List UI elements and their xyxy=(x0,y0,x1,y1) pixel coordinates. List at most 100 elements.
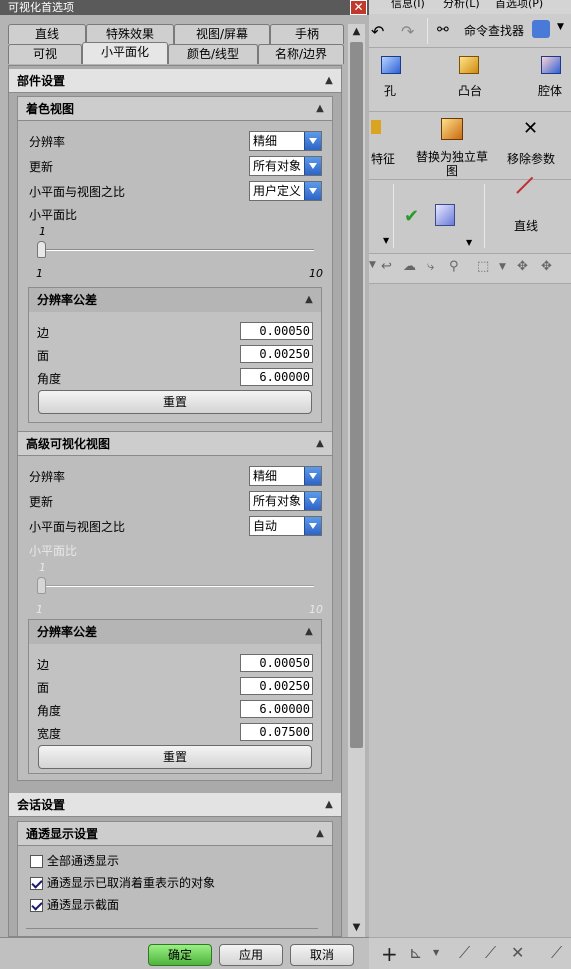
chevron-down-icon[interactable] xyxy=(304,182,321,200)
see-through-header[interactable]: 通透显示设置 ▲ xyxy=(18,822,332,846)
all-see-through-checkbox[interactable] xyxy=(30,855,43,868)
tab-names-borders[interactable]: 名称/边界 xyxy=(258,44,344,64)
facet-ratio-slider-track[interactable] xyxy=(38,249,314,251)
boss-button[interactable]: 凸台 xyxy=(458,82,482,99)
section-see-through-checkbox[interactable] xyxy=(30,899,43,912)
tab-faceting[interactable]: 小平面化 xyxy=(82,42,168,64)
ratio-select[interactable]: 自动 xyxy=(249,516,322,536)
part-settings-header[interactable]: 部件设置 ▲ xyxy=(9,69,341,93)
line-button[interactable]: 直线 xyxy=(514,217,538,234)
scroll-down-icon[interactable]: ▼ xyxy=(349,921,364,935)
intersection-icon[interactable]: ✕ xyxy=(511,943,524,962)
role-icon[interactable] xyxy=(532,20,550,38)
edge-field[interactable]: 0.00050 xyxy=(240,322,313,340)
chevron-down-icon[interactable]: ▼ xyxy=(369,260,376,270)
arrow-icon[interactable]: ↩ xyxy=(381,259,392,274)
pocket-icon[interactable] xyxy=(541,56,561,74)
chevron-down-icon[interactable] xyxy=(304,132,321,150)
resolution-select[interactable]: 精细 xyxy=(249,131,322,151)
collapse-up-icon[interactable]: ▲ xyxy=(312,436,328,452)
session-settings-header[interactable]: 会话设置 ▲ xyxy=(9,793,341,817)
chevron-down-icon[interactable] xyxy=(304,467,321,485)
menu-preferences[interactable]: 首选项(P) xyxy=(495,0,543,10)
edge-field[interactable]: 0.00050 xyxy=(240,654,313,672)
boss-icon[interactable] xyxy=(459,56,479,74)
tab-color-linetype[interactable]: 颜色/线型 xyxy=(168,44,258,64)
menu-info[interactable]: 信息(I) xyxy=(391,0,425,10)
face-field[interactable]: 0.00250 xyxy=(240,345,313,363)
collapse-up-icon[interactable]: ▲ xyxy=(301,292,317,308)
angle-field[interactable]: 6.00000 xyxy=(240,700,313,718)
chevron-down-icon[interactable]: ▼ xyxy=(499,262,506,272)
apply-button[interactable]: 应用 xyxy=(219,944,283,966)
filter-icon[interactable]: ⚲ xyxy=(449,259,459,274)
graphics-window[interactable] xyxy=(369,284,571,937)
close-icon[interactable]: ✕ xyxy=(350,0,367,15)
collapse-up-icon[interactable]: ▲ xyxy=(321,797,337,813)
advanced-view-header[interactable]: 高级可视化视图 ▲ xyxy=(18,432,332,456)
collapse-up-icon[interactable]: ▲ xyxy=(312,101,328,117)
deemphasized-see-through-checkbox[interactable] xyxy=(30,877,43,890)
collapse-up-icon[interactable]: ▲ xyxy=(301,624,317,640)
feature-icon[interactable] xyxy=(371,120,381,134)
width-field[interactable]: 0.07500 xyxy=(240,723,313,741)
check-icon[interactable]: ✔ xyxy=(404,206,419,227)
angle-field[interactable]: 6.00000 xyxy=(240,368,313,386)
chevron-down-icon[interactable]: ▼ xyxy=(557,22,564,32)
redo-icon[interactable]: ↷ xyxy=(401,22,414,41)
tab-line[interactable]: 直线 xyxy=(8,24,86,44)
feature-button[interactable]: 特征 xyxy=(371,150,395,167)
sketch-icon[interactable] xyxy=(435,204,455,226)
tab-handles[interactable]: 手柄 xyxy=(270,24,344,44)
chevron-down-icon[interactable] xyxy=(304,492,321,510)
snap-toolbar: + ⊾ ▼ ⟋ ⟋ ✕ ⟋ xyxy=(369,937,571,969)
command-finder-label[interactable]: 命令查找器 xyxy=(464,23,524,39)
plus-icon[interactable]: + xyxy=(381,942,398,966)
hole-button[interactable]: 孔 xyxy=(384,82,396,99)
reset-button[interactable]: 重置 xyxy=(38,390,312,414)
cloud-icon[interactable]: ☁ xyxy=(403,259,416,274)
move-icon[interactable]: ✥ xyxy=(517,259,528,274)
cancel-button[interactable]: 取消 xyxy=(290,944,354,966)
angle-icon[interactable]: ⊾ xyxy=(409,943,422,962)
facet-ratio-slider-thumb[interactable] xyxy=(37,241,46,258)
binoculars-icon[interactable]: ⚯ xyxy=(437,22,449,38)
tab-view-screen[interactable]: 视图/屏幕 xyxy=(174,24,270,44)
tab-visual[interactable]: 可视 xyxy=(8,44,82,64)
snap-icon[interactable]: ⤷ xyxy=(427,259,434,274)
chevron-down-icon[interactable]: ▼ xyxy=(433,948,439,957)
line-icon[interactable] xyxy=(516,176,534,194)
reset-button[interactable]: 重置 xyxy=(38,745,312,769)
chevron-down-icon[interactable]: ▼ xyxy=(383,236,389,245)
face-field[interactable]: 0.00250 xyxy=(240,677,313,695)
ok-button[interactable]: 确定 xyxy=(148,944,212,966)
pocket-button[interactable]: 腔体 xyxy=(538,82,562,99)
update-select[interactable]: 所有对象 xyxy=(249,491,322,511)
advanced-tolerance-header[interactable]: 分辨率公差 ▲ xyxy=(29,620,321,644)
chevron-down-icon[interactable] xyxy=(304,517,321,535)
shaded-view-header[interactable]: 着色视图 ▲ xyxy=(18,97,332,121)
tangent-icon[interactable]: ⟋ xyxy=(551,943,562,963)
replace-sketch-button[interactable]: 替换为独立草图 xyxy=(415,150,489,178)
update-select[interactable]: 所有对象 xyxy=(249,156,322,176)
endpoint-icon[interactable]: ⟋ xyxy=(485,943,496,963)
resolution-select[interactable]: 精细 xyxy=(249,466,322,486)
pan-icon[interactable]: ✥ xyxy=(541,259,552,274)
menu-analysis[interactable]: 分析(L) xyxy=(443,0,480,10)
undo-icon[interactable]: ↶ xyxy=(371,22,384,41)
remove-params-button[interactable]: 移除参数 xyxy=(507,150,555,167)
scrollbar-thumb[interactable] xyxy=(350,42,363,748)
chevron-down-icon[interactable] xyxy=(304,157,321,175)
collapse-up-icon[interactable]: ▲ xyxy=(321,73,337,89)
point-icon[interactable]: ⟋ xyxy=(459,943,470,963)
ratio-select[interactable]: 用户定义 xyxy=(249,181,322,201)
replace-sketch-icon[interactable] xyxy=(441,118,463,140)
select-box-icon[interactable]: ⬚ xyxy=(477,259,489,274)
collapse-up-icon[interactable]: ▲ xyxy=(312,826,328,842)
chevron-down-icon[interactable]: ▼ xyxy=(466,238,472,247)
shaded-tolerance-header[interactable]: 分辨率公差 ▲ xyxy=(29,288,321,312)
tab-special-effects[interactable]: 特殊效果 xyxy=(86,24,174,44)
hole-icon[interactable] xyxy=(381,56,401,74)
remove-params-icon[interactable]: ✕ xyxy=(523,118,538,139)
scroll-up-icon[interactable]: ▲ xyxy=(349,25,364,39)
